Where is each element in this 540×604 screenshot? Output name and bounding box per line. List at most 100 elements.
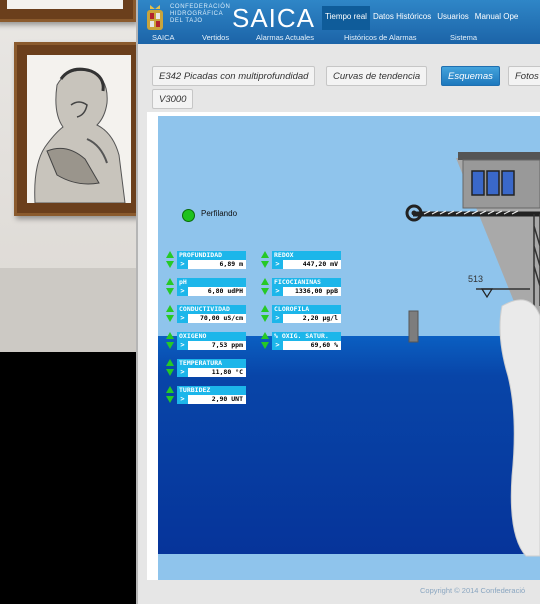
tab-v3000[interactable]: V3000 xyxy=(152,89,194,109)
nav-datos-historicos[interactable]: Datos Históricos xyxy=(370,6,434,30)
sensor-value: 69,60 % xyxy=(310,341,338,349)
sensor-redox[interactable]: REDOX >447,20 mV xyxy=(261,251,341,271)
up-arrow-icon xyxy=(166,359,174,366)
sensor-value: 7,53 ppm xyxy=(211,341,243,349)
background-wall xyxy=(0,0,136,352)
sensor-name: REDOX xyxy=(272,251,341,260)
sensor-name: CONDUCTIVIDAD xyxy=(177,305,246,314)
window-left-edge xyxy=(136,0,138,604)
sensor-value: 11,80 °C xyxy=(211,368,243,376)
sensor-ph[interactable]: pH >6,80 udPH xyxy=(166,278,246,298)
subnav-vertidos[interactable]: Vertidos xyxy=(202,32,229,42)
sensor-clorofila[interactable]: CLOROFILA >2,20 µg/l xyxy=(261,305,341,325)
sensor-name: CLOROFILA xyxy=(272,305,341,314)
chevron-right-icon: > xyxy=(177,341,188,350)
sensor-name: OXIGENO xyxy=(177,332,246,341)
sensor-oxig-saturacion[interactable]: % OXIG. SATUR. >69,60 % xyxy=(261,332,341,352)
water-level-marker-icon xyxy=(480,288,494,299)
down-arrow-icon xyxy=(166,342,174,349)
chevron-right-icon: > xyxy=(177,314,188,323)
sensor-value: 2,20 µg/l xyxy=(302,314,338,322)
tower-window xyxy=(486,170,500,196)
tower-window xyxy=(501,170,515,196)
up-arrow-icon xyxy=(261,278,269,285)
down-arrow-icon xyxy=(166,261,174,268)
chevron-right-icon: > xyxy=(177,395,188,404)
tower-window xyxy=(471,170,485,196)
sensor-value: 6,89 m xyxy=(219,260,243,268)
content-panel: 513 Perfilando PROFUNDIDAD >6,89 m pH >6… xyxy=(147,112,540,580)
chevron-right-icon: > xyxy=(272,287,283,296)
portrait-picture-frame xyxy=(14,42,136,216)
chevron-right-icon: > xyxy=(272,260,283,269)
org-name-line-1: CONFEDERACIÓN xyxy=(170,4,231,10)
sensor-value: 447,20 mV xyxy=(302,260,338,268)
subnav-alarmas-actuales[interactable]: Alarmas Actuales xyxy=(256,32,314,42)
down-arrow-icon xyxy=(166,315,174,322)
sensor-ficocianinas[interactable]: FICOCIANINAS >1336,00 ppB xyxy=(261,278,341,298)
sensor-name: % OXIG. SATUR. xyxy=(272,332,341,341)
profiling-status-label: Perfilando xyxy=(201,209,238,218)
tab-curvas-tendencia[interactable]: Curvas de tendencia xyxy=(326,66,428,86)
sensor-name: TEMPERATURA xyxy=(177,359,246,368)
up-arrow-icon xyxy=(166,386,174,393)
intake-pipe xyxy=(499,299,540,557)
sensor-name: FICOCIANINAS xyxy=(272,278,341,287)
tower-roof xyxy=(458,152,540,160)
profiling-status-indicator xyxy=(182,209,195,222)
sub-navigation: SAICA Vertidos Alarmas Actuales Históric… xyxy=(136,32,540,44)
station-schematic: 513 Perfilando PROFUNDIDAD >6,89 m pH >6… xyxy=(158,116,540,580)
sensor-oxigeno[interactable]: OXIGENO >7,53 ppm xyxy=(166,332,246,352)
crane-pulley-hub xyxy=(411,210,417,216)
chevron-right-icon: > xyxy=(177,368,188,377)
coat-of-arms-icon xyxy=(147,5,163,30)
sensor-name: pH xyxy=(177,278,246,287)
subnav-historicos-alarmas[interactable]: Históricos de Alarmas xyxy=(344,32,417,42)
tab-picadas-multiprofundidad[interactable]: E342 Picadas con multiprofundidad xyxy=(152,66,316,86)
down-arrow-icon xyxy=(166,369,174,376)
copyright-text: Copyright © 2014 Confederació xyxy=(420,586,526,595)
sensor-profundidad[interactable]: PROFUNDIDAD >6,89 m xyxy=(166,251,246,271)
up-arrow-icon xyxy=(166,332,174,339)
sensor-value: 1336,00 ppB xyxy=(294,287,338,295)
up-arrow-icon xyxy=(261,305,269,312)
nav-usuarios[interactable]: Usuarios xyxy=(434,6,472,30)
org-name-line-2: HIDROGRÁFICA xyxy=(170,11,224,17)
up-arrow-icon xyxy=(166,305,174,312)
tab-fotos[interactable]: Fotos xyxy=(508,66,540,86)
down-arrow-icon xyxy=(261,288,269,295)
nav-manual-operacion[interactable]: Manual Ope xyxy=(472,6,522,30)
chevron-right-icon: > xyxy=(177,260,188,269)
sensor-value: 2,90 UNT xyxy=(211,395,243,403)
level-value-label: 513 xyxy=(468,274,483,284)
org-name-line-3: DEL TAJO xyxy=(170,18,203,24)
up-arrow-icon xyxy=(261,332,269,339)
sensor-temperatura[interactable]: TEMPERATURA >11,80 °C xyxy=(166,359,246,379)
sensor-name: TURBIDEZ xyxy=(177,386,246,395)
down-arrow-icon xyxy=(261,315,269,322)
sensor-name: PROFUNDIDAD xyxy=(177,251,246,260)
sensor-value: 70,00 uS/cm xyxy=(199,314,243,322)
gauge-pole xyxy=(408,310,419,343)
up-arrow-icon xyxy=(166,251,174,258)
sensor-turbidez[interactable]: TURBIDEZ >2,90 UNT xyxy=(166,386,246,406)
wall-lower-area xyxy=(0,268,136,352)
app-header: CONFEDERACIÓN HIDROGRÁFICA DEL TAJO SAIC… xyxy=(136,0,540,44)
sensor-value: 6,80 udPH xyxy=(207,287,243,295)
subnav-saica[interactable]: SAICA xyxy=(152,32,175,42)
down-arrow-icon xyxy=(261,342,269,349)
up-arrow-icon xyxy=(166,278,174,285)
nav-tiempo-real[interactable]: Tiempo real xyxy=(322,6,370,30)
top-navigation: Tiempo real Datos Históricos Usuarios Ma… xyxy=(322,6,521,30)
tab-esquemas[interactable]: Esquemas xyxy=(441,66,500,86)
down-arrow-icon xyxy=(166,288,174,295)
app-logo-title: SAICA xyxy=(232,3,316,33)
down-arrow-icon xyxy=(166,396,174,403)
up-arrow-icon xyxy=(261,251,269,258)
subnav-sistema[interactable]: Sistema xyxy=(450,32,477,42)
browser-window: CONFEDERACIÓN HIDROGRÁFICA DEL TAJO SAIC… xyxy=(136,0,540,604)
sensor-conductividad[interactable]: CONDUCTIVIDAD >70,00 uS/cm xyxy=(166,305,246,325)
chevron-right-icon: > xyxy=(272,314,283,323)
picture-frame xyxy=(0,0,136,22)
chevron-right-icon: > xyxy=(272,341,283,350)
